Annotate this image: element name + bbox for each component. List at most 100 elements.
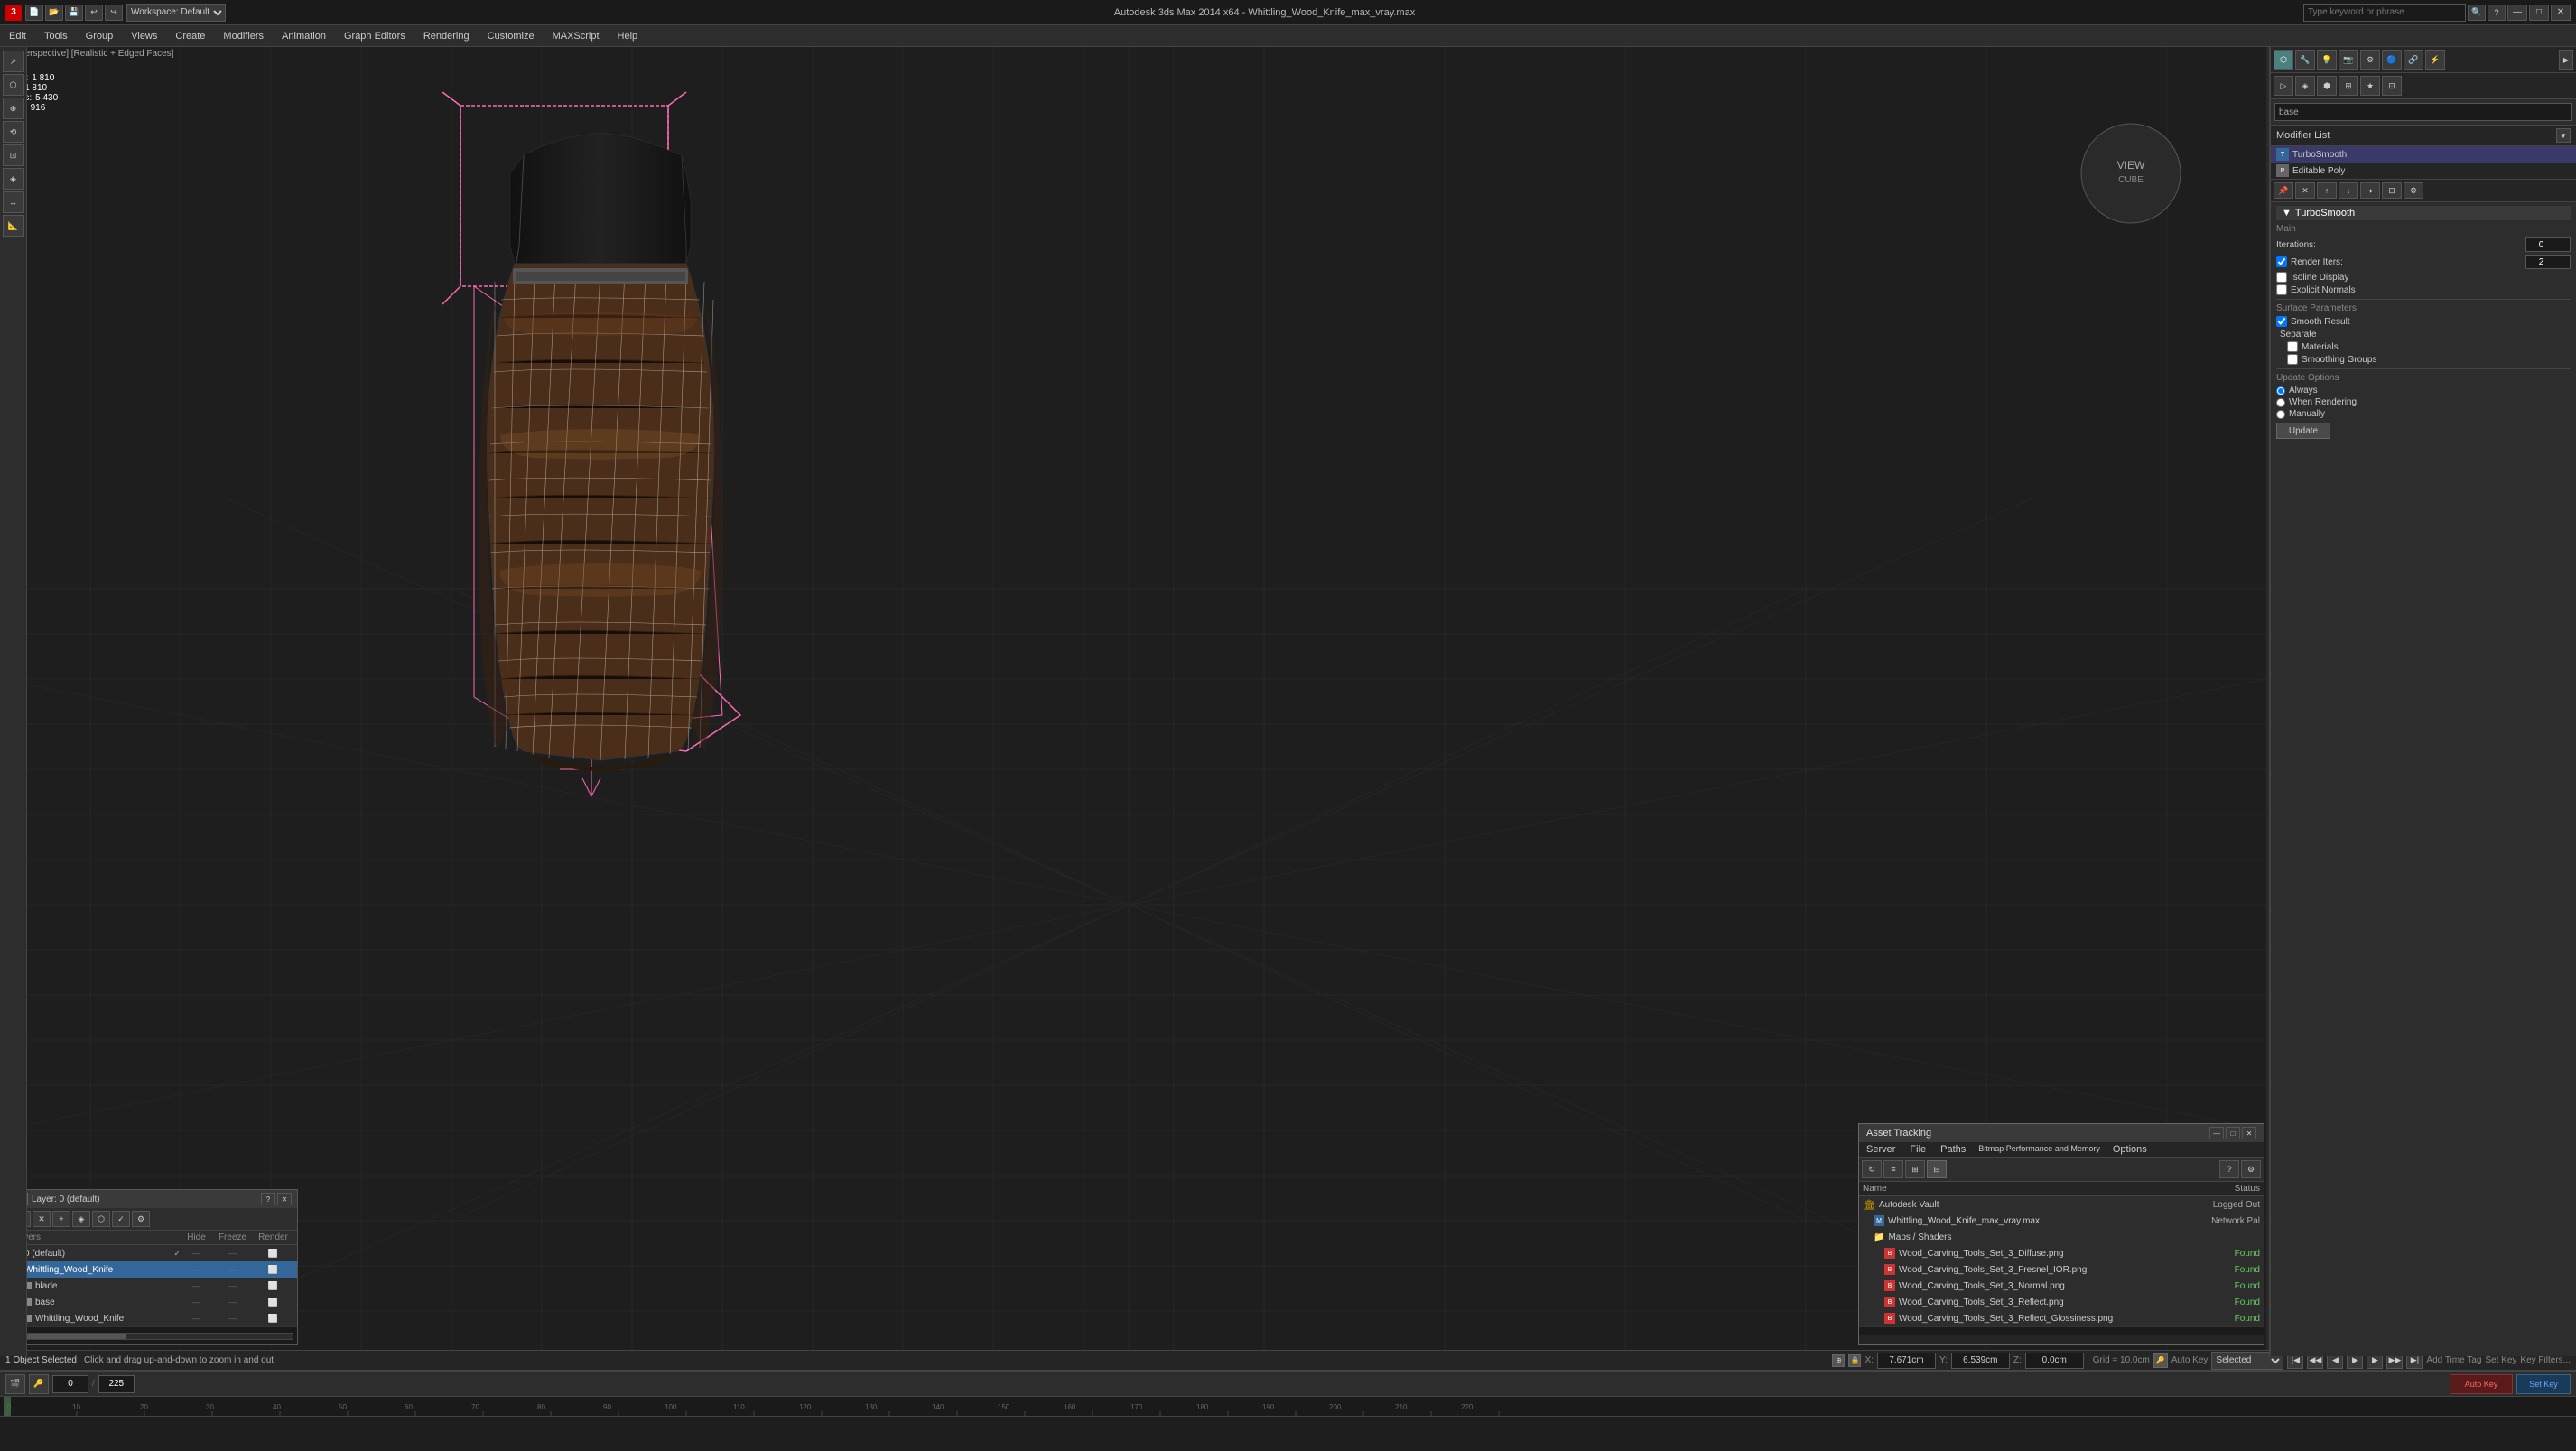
move-up-btn[interactable]: ↑ — [2317, 182, 2337, 199]
when-rendering-radio[interactable] — [2276, 398, 2285, 407]
save-btn[interactable]: 💾 — [65, 5, 83, 21]
at-row-normal[interactable]: B Wood_Carving_Tools_Set_3_Normal.png Fo… — [1859, 1278, 2264, 1294]
rp-icon6[interactable]: 🔵 — [2382, 50, 2402, 70]
smooth-result-checkbox[interactable] — [2276, 316, 2287, 327]
rp-icon2[interactable]: 🔧 — [2295, 50, 2315, 70]
rp-icon1[interactable]: ⬡ — [2274, 50, 2293, 70]
menu-views[interactable]: Views — [122, 25, 166, 47]
lt-btn4[interactable]: ⟲ — [3, 121, 24, 143]
at-row-maps[interactable]: 📁 Maps / Shaders — [1859, 1229, 2264, 1245]
at-row-fresnel[interactable]: B Wood_Carving_Tools_Set_3_Fresnel_IOR.p… — [1859, 1261, 2264, 1278]
lt-btn6[interactable]: ◈ — [3, 168, 24, 190]
layer-row-whittling[interactable]: Whittling_Wood_Knife — — ⬜ — [10, 1261, 297, 1278]
layer-row-blade[interactable]: blade — — ⬜ — [10, 1278, 297, 1294]
y-coord[interactable] — [1951, 1353, 2010, 1369]
at-icons-btn[interactable]: ⊞ — [1905, 1160, 1925, 1178]
lt-btn1[interactable]: ↗ — [3, 51, 24, 72]
rp-sel-btn2[interactable]: ◈ — [2295, 76, 2315, 96]
at-help-btn[interactable]: ? — [2219, 1160, 2239, 1178]
maximize-btn[interactable]: □ — [2529, 5, 2549, 21]
layer-del-btn[interactable]: ✕ — [33, 1211, 51, 1227]
z-coord[interactable] — [2025, 1353, 2084, 1369]
search-btn[interactable]: 🔍 — [2468, 5, 2486, 21]
autokey-btn[interactable]: Auto Key — [2450, 1374, 2513, 1394]
rp-sel-btn1[interactable]: ▷ — [2274, 76, 2293, 96]
layer-add-obj-btn[interactable]: + — [52, 1211, 70, 1227]
rp-icon8[interactable]: ⚡ — [2425, 50, 2445, 70]
at-row-vault[interactable]: 🏛 Autodesk Vault Logged Out — [1859, 1196, 2264, 1213]
smoothing-groups-checkbox[interactable] — [2287, 354, 2298, 365]
menu-customize[interactable]: Customize — [479, 25, 544, 47]
menu-edit[interactable]: Edit — [0, 25, 35, 47]
layer-merge-btn[interactable]: ⬡ — [92, 1211, 110, 1227]
rp-sel-btn3[interactable]: ⬢ — [2317, 76, 2337, 96]
rp-icon3[interactable]: 💡 — [2317, 50, 2337, 70]
setkey-btn[interactable]: Set Key — [2516, 1374, 2571, 1394]
new-btn[interactable]: 📄 — [25, 5, 43, 21]
close-btn[interactable]: ✕ — [2551, 5, 2571, 21]
rp-sel-btn6[interactable]: ⊡ — [2382, 76, 2402, 96]
menu-create[interactable]: Create — [166, 25, 214, 47]
tl-icon-anim[interactable]: 🎬 — [5, 1374, 25, 1394]
at-refresh-btn[interactable]: ↻ — [1862, 1160, 1882, 1178]
lt-btn8[interactable]: 📐 — [3, 215, 24, 237]
base-input[interactable] — [2274, 103, 2572, 121]
lt-btn3[interactable]: ⊕ — [3, 98, 24, 119]
menu-rendering[interactable]: Rendering — [414, 25, 479, 47]
menu-animation[interactable]: Animation — [273, 25, 335, 47]
at-row-reflect[interactable]: B Wood_Carving_Tools_Set_3_Reflect.png F… — [1859, 1294, 2264, 1310]
pin-btn[interactable]: 📌 — [2274, 182, 2293, 199]
timeline-ruler[interactable]: 0 10 20 30 40 50 60 70 80 90 100 110 120… — [0, 1397, 2576, 1417]
at-details-btn[interactable]: ⊟ — [1927, 1160, 1947, 1178]
at-menu-file[interactable]: File — [1902, 1142, 1933, 1157]
materials-checkbox[interactable] — [2287, 341, 2298, 352]
del-btn[interactable]: ✕ — [2295, 182, 2315, 199]
total-frames-input[interactable] — [98, 1375, 135, 1393]
make-unique-btn[interactable]: ◑ — [2360, 182, 2380, 199]
lt-btn7[interactable]: ↔ — [3, 191, 24, 213]
at-row-maxfile[interactable]: M Whittling_Wood_Knife_max_vray.max Netw… — [1859, 1213, 2264, 1229]
frame-input[interactable] — [52, 1375, 88, 1393]
at-menu-server[interactable]: Server — [1859, 1142, 1902, 1157]
render-iters-input[interactable] — [2525, 255, 2571, 269]
at-menu-options[interactable]: Options — [2106, 1142, 2154, 1157]
layer-row-default[interactable]: 0 (default) ✓ — — ⬜ — [10, 1245, 297, 1261]
iterations-input[interactable] — [2525, 237, 2571, 252]
collapse-btn[interactable]: ⊡ — [2382, 182, 2402, 199]
at-restore-btn[interactable]: □ — [2226, 1127, 2240, 1139]
minimize-btn[interactable]: — — [2507, 5, 2527, 21]
x-coord[interactable] — [1877, 1353, 1936, 1369]
move-down-btn[interactable]: ↓ — [2339, 182, 2358, 199]
config-btn[interactable]: ⚙ — [2404, 182, 2423, 199]
open-btn[interactable]: 📂 — [45, 5, 63, 21]
at-row-glossiness[interactable]: B Wood_Carving_Tools_Set_3_Reflect_Gloss… — [1859, 1310, 2264, 1326]
layer-cfg-btn[interactable]: ⚙ — [132, 1211, 150, 1227]
menu-maxscript[interactable]: MAXScript — [544, 25, 609, 47]
rp-icon5[interactable]: ⚙ — [2360, 50, 2380, 70]
rp-expand-btn[interactable]: ▶ — [2559, 50, 2573, 70]
at-minimize-btn[interactable]: — — [2209, 1127, 2224, 1139]
search-input[interactable] — [2303, 4, 2466, 22]
layer-help-btn[interactable]: ? — [261, 1193, 275, 1205]
layer-row-base[interactable]: base — — ⬜ — [10, 1294, 297, 1310]
undo-btn[interactable]: ↩ — [85, 5, 103, 21]
render-iters-checkbox[interactable] — [2276, 256, 2287, 267]
always-radio[interactable] — [2276, 386, 2285, 395]
menu-modifiers[interactable]: Modifiers — [214, 25, 273, 47]
explicit-normals-checkbox[interactable] — [2276, 284, 2287, 295]
rp-icon4[interactable]: 📷 — [2339, 50, 2358, 70]
layer-row-whittling2[interactable]: Whittling_Wood_Knife — — ⬜ — [10, 1310, 297, 1326]
redo-btn[interactable]: ↪ — [105, 5, 123, 21]
menu-graph-editors[interactable]: Graph Editors — [335, 25, 414, 47]
manually-radio[interactable] — [2276, 410, 2285, 419]
at-close-btn[interactable]: ✕ — [2242, 1127, 2256, 1139]
tl-icon-key[interactable]: 🔑 — [29, 1374, 49, 1394]
rp-sel-btn5[interactable]: ★ — [2360, 76, 2380, 96]
isoline-checkbox[interactable] — [2276, 272, 2287, 283]
at-list-btn[interactable]: ≡ — [1883, 1160, 1903, 1178]
layer-sel-btn[interactable]: ◈ — [72, 1211, 90, 1227]
help-btn[interactable]: ? — [2488, 5, 2506, 21]
at-row-diffuse[interactable]: B Wood_Carving_Tools_Set_3_Diffuse.png F… — [1859, 1245, 2264, 1261]
timeline-track[interactable] — [0, 1417, 2576, 1451]
layer-close-btn[interactable]: ✕ — [277, 1193, 292, 1205]
